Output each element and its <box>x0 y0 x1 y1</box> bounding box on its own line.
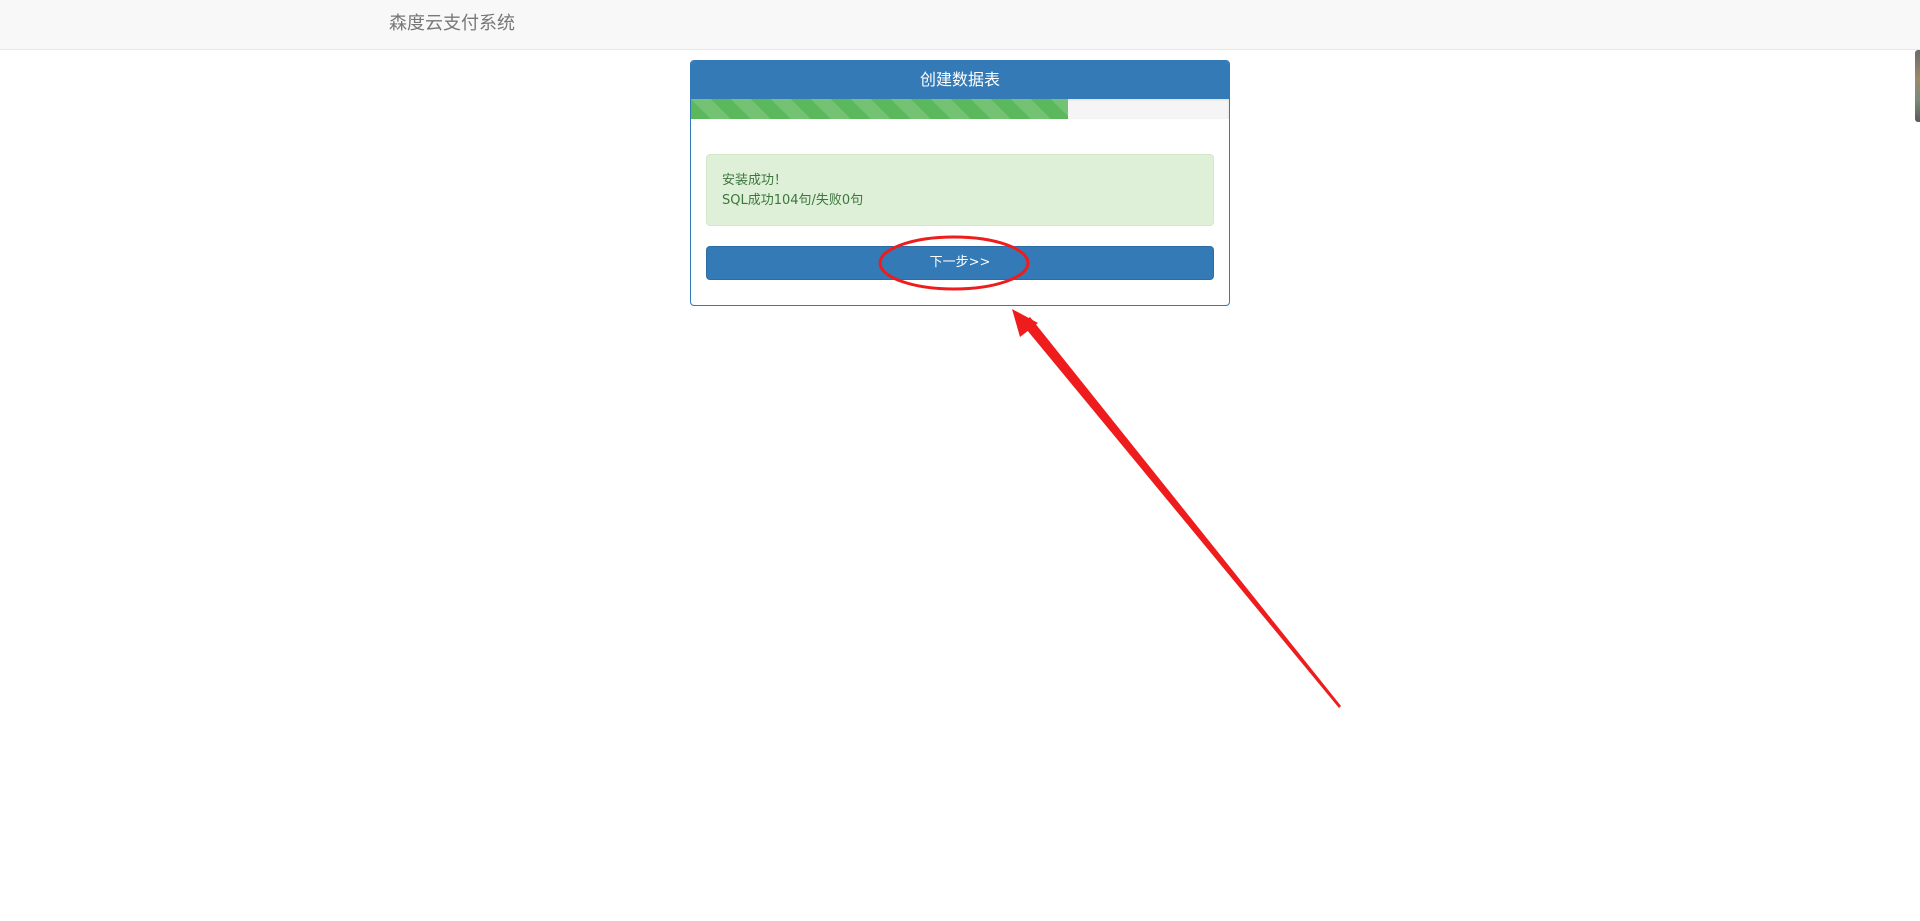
success-alert: 安装成功！ SQL成功104句/失败0句 <box>706 154 1214 226</box>
site-brand[interactable]: 森度云支付系统 <box>389 10 515 38</box>
arrow-shaft <box>1022 317 1341 708</box>
progress-bar <box>691 99 1068 119</box>
panel-title: 创建数据表 <box>691 61 1229 99</box>
top-navbar: 森度云支付系统 <box>0 0 1920 50</box>
edge-thumbnail <box>1915 50 1920 122</box>
alert-sql-summary: SQL成功104句/失败0句 <box>722 193 864 208</box>
alert-message-line: 安装成功！ <box>722 173 788 188</box>
next-step-button[interactable]: 下一步>> <box>706 246 1214 280</box>
install-panel: 创建数据表 安装成功！ SQL成功104句/失败0句 下一步>> <box>690 60 1230 306</box>
arrow-head <box>1012 309 1038 337</box>
progress-track <box>691 99 1229 119</box>
